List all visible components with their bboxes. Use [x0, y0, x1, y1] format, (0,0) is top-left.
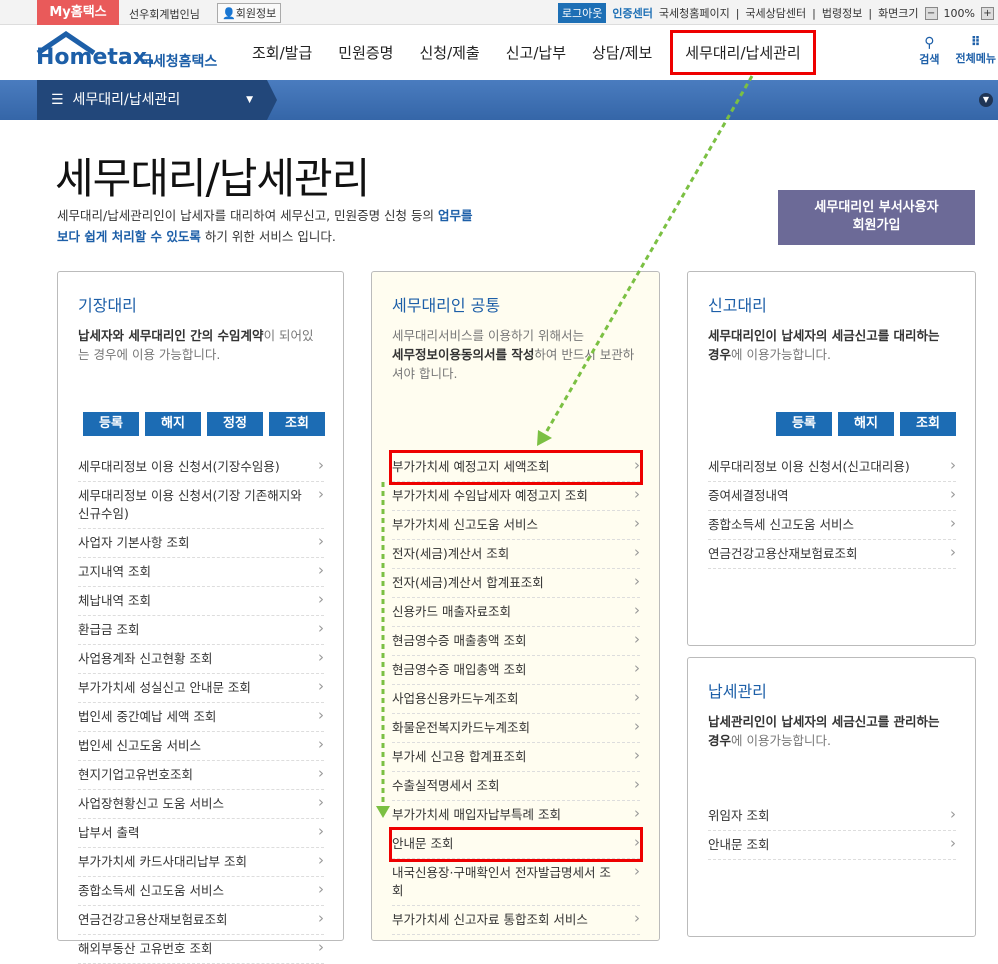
arrow-head: [537, 430, 552, 446]
menu-item[interactable]: 해외부동산 고유번호 조회: [78, 935, 324, 964]
annotation-arrows: [376, 75, 754, 818]
arrow-line: [542, 75, 754, 437]
arrow-head: [376, 806, 390, 818]
